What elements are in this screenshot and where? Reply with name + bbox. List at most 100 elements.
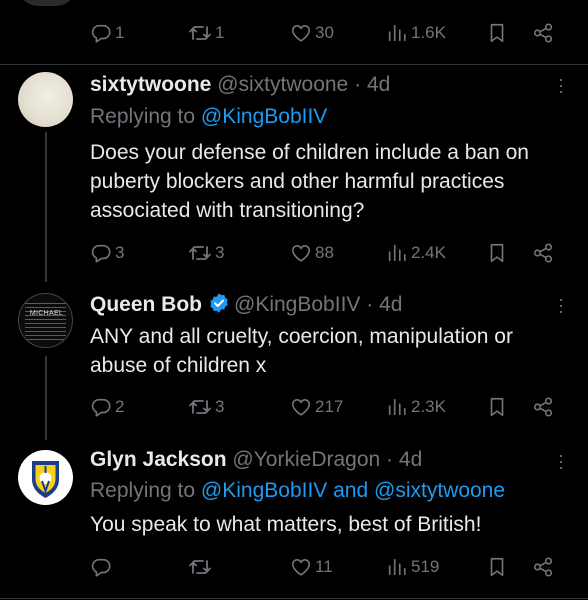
- reply-count: 3: [115, 243, 125, 262]
- tweet-text: You speak to what matters, best of Briti…: [90, 513, 482, 536]
- like-icon: [290, 396, 312, 418]
- avatar-top-cropped[interactable]: [18, 0, 76, 6]
- reply-count: 1: [115, 23, 125, 42]
- share-icon: [532, 556, 554, 578]
- share-button[interactable]: [532, 392, 554, 422]
- repost-count: 1: [215, 23, 225, 42]
- tweet-header: Queen Bob @KingBobIIV · 4d: [90, 292, 402, 318]
- views-button[interactable]: 519: [386, 552, 439, 582]
- repost-button[interactable]: [188, 552, 215, 582]
- share-icon: [532, 242, 554, 264]
- reply-count: 2: [115, 397, 125, 416]
- avatar-sixtytwoone[interactable]: [18, 72, 73, 127]
- bookmark-icon: [486, 242, 508, 264]
- like-count: 88: [315, 243, 334, 262]
- reply-button[interactable]: 1: [90, 18, 124, 48]
- repost-button[interactable]: 3: [188, 392, 224, 422]
- like-count: 11: [315, 557, 333, 576]
- timestamp[interactable]: 4d: [399, 448, 422, 471]
- user-handle[interactable]: @sixtytwoone: [217, 73, 348, 96]
- separator-dot: ·: [354, 73, 362, 96]
- more-icon[interactable]: · · ·: [558, 70, 564, 100]
- repost-icon: [188, 555, 212, 579]
- reply-icon: [90, 242, 112, 264]
- views-count: 1.6K: [411, 23, 446, 42]
- replying-to: Replying to @KingBobIIV: [90, 104, 327, 130]
- views-button[interactable]: 2.3K: [386, 392, 446, 422]
- repost-button[interactable]: 3: [188, 238, 224, 268]
- reply-button[interactable]: [90, 552, 115, 582]
- action-bar-top: 1 1 30 1.6K: [90, 18, 564, 48]
- repost-icon: [188, 241, 212, 265]
- repost-button[interactable]: 1: [188, 18, 224, 48]
- mention-link[interactable]: @KingBobIIV: [201, 105, 327, 128]
- display-name[interactable]: Glyn Jackson: [90, 448, 227, 471]
- avatar-queen-bob[interactable]: MICHAEL: [18, 293, 73, 348]
- replying-to: Replying to @KingBobIIV and @sixtytwoone: [90, 478, 505, 504]
- views-icon: [386, 22, 408, 44]
- bookmark-button[interactable]: [486, 552, 508, 582]
- more-icon[interactable]: · · ·: [558, 290, 564, 320]
- verified-badge-icon: [210, 293, 228, 313]
- repost-count: 3: [215, 397, 225, 416]
- avatar-lettering: MICHAEL: [29, 310, 64, 317]
- mention-link[interactable]: @KingBobIIV and @sixtytwoone: [201, 479, 505, 502]
- user-handle[interactable]: @YorkieDragon: [232, 448, 380, 471]
- like-button[interactable]: 11: [290, 552, 333, 582]
- share-button[interactable]: [532, 18, 554, 48]
- views-count: 2.4K: [411, 243, 446, 262]
- reply-icon: [90, 396, 112, 418]
- like-button[interactable]: 217: [290, 392, 343, 422]
- thread-connector-line: [45, 132, 47, 282]
- more-icon[interactable]: · · ·: [558, 446, 564, 476]
- bookmark-button[interactable]: [486, 238, 508, 268]
- user-handle[interactable]: @KingBobIIV: [234, 293, 360, 316]
- divider: [0, 598, 588, 599]
- like-button[interactable]: 88: [290, 238, 334, 268]
- share-icon: [532, 396, 554, 418]
- action-bar: 3 3 88 2.4K: [90, 238, 564, 268]
- views-icon: [386, 242, 408, 264]
- action-bar: 2 3 217 2.3K: [90, 392, 564, 422]
- timestamp[interactable]: 4d: [379, 293, 402, 316]
- replying-label: Replying to: [90, 105, 196, 128]
- tweet-header: Glyn Jackson @YorkieDragon · 4d: [90, 447, 422, 473]
- like-icon: [290, 556, 312, 578]
- share-button[interactable]: [532, 238, 554, 268]
- views-button[interactable]: 1.6K: [386, 18, 446, 48]
- separator-dot: ·: [366, 293, 374, 316]
- repost-icon: [188, 21, 212, 45]
- avatar-glyn-jackson[interactable]: [18, 450, 73, 505]
- repost-icon: [188, 395, 212, 419]
- reply-icon: [90, 22, 112, 44]
- like-count: 30: [315, 23, 334, 42]
- tweet-text: Does your defense of children include a …: [90, 141, 529, 222]
- like-icon: [290, 22, 312, 44]
- replying-label: Replying to: [90, 479, 196, 502]
- bookmark-button[interactable]: [486, 18, 508, 48]
- repost-count: 3: [215, 243, 225, 262]
- views-button[interactable]: 2.4K: [386, 238, 446, 268]
- display-name[interactable]: Queen Bob: [90, 293, 202, 316]
- views-icon: [386, 396, 408, 418]
- share-button[interactable]: [532, 552, 554, 582]
- action-bar: 11 519: [90, 552, 564, 582]
- reply-button[interactable]: 3: [90, 238, 124, 268]
- bookmark-button[interactable]: [486, 392, 508, 422]
- share-icon: [532, 22, 554, 44]
- like-icon: [290, 242, 312, 264]
- club-crest-icon: [18, 450, 73, 505]
- reply-icon: [90, 556, 112, 578]
- like-button[interactable]: 30: [290, 18, 334, 48]
- views-count: 519: [411, 557, 440, 576]
- views-icon: [386, 556, 408, 578]
- tweet-text: ANY and all cruelty, coercion, manipulat…: [90, 325, 513, 377]
- display-name[interactable]: sixtytwoone: [90, 73, 211, 96]
- bookmark-icon: [486, 396, 508, 418]
- tweet-header: sixtytwoone @sixtytwoone · 4d: [90, 72, 390, 98]
- timestamp[interactable]: 4d: [367, 73, 390, 96]
- views-count: 2.3K: [411, 397, 446, 416]
- bookmark-icon: [486, 556, 508, 578]
- reply-button[interactable]: 2: [90, 392, 124, 422]
- divider: [0, 64, 588, 65]
